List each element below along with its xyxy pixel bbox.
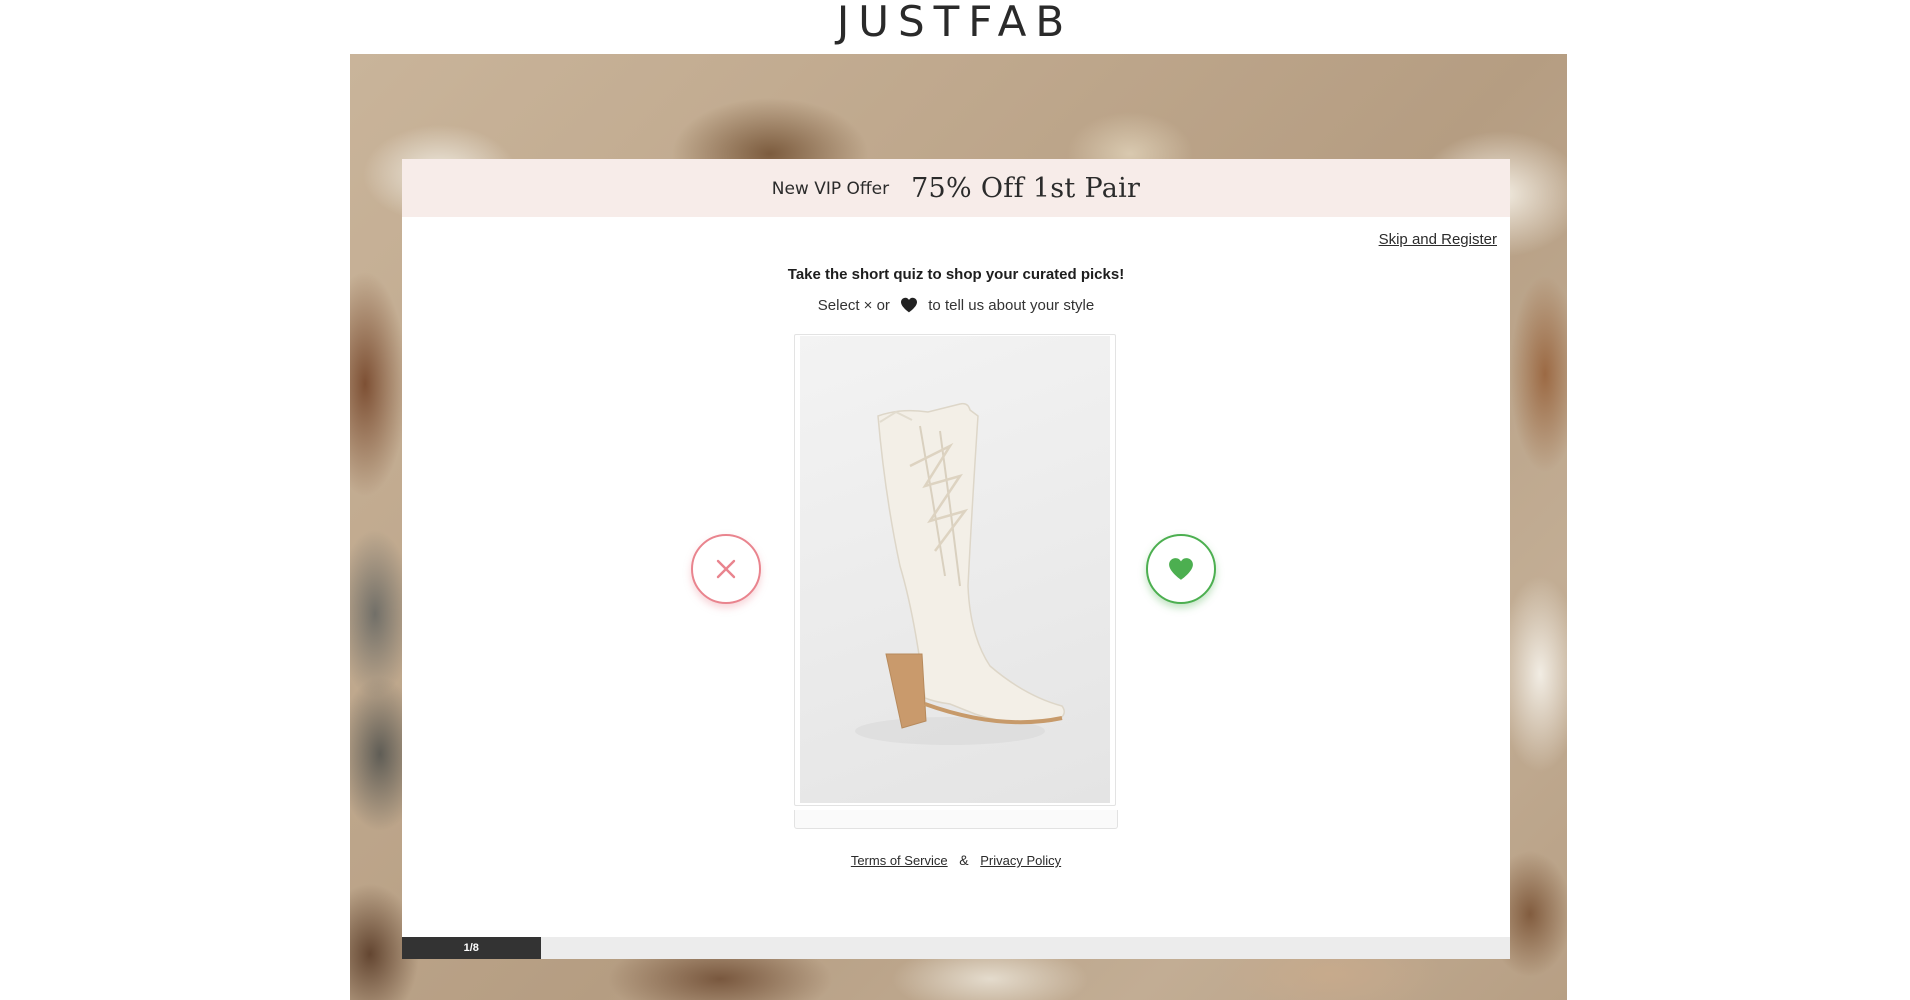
quiz-instruction-suffix: to tell us about your style (928, 297, 1095, 314)
quiz-instruction: Select × or to tell us about your style (402, 297, 1510, 317)
quiz-heading: Take the short quiz to shop your curated… (787, 266, 1125, 283)
justfab-logo[interactable]: JUSTFAB (0, 0, 1910, 52)
legal-links: Terms of Service & Privacy Policy (402, 852, 1510, 868)
vip-offer-banner: New VIP Offer 75% Off 1st Pair (402, 159, 1510, 217)
skip-and-register-link[interactable]: Skip and Register (1379, 231, 1497, 248)
close-icon (716, 559, 736, 579)
quiz-progress-fill: 1/8 (402, 937, 541, 959)
card-stack-layer (794, 818, 1118, 829)
terms-of-service-link[interactable]: Terms of Service (851, 853, 948, 868)
quiz-progress-label: 1/8 (463, 942, 479, 954)
product-card[interactable] (794, 334, 1116, 806)
product-card-stack[interactable] (794, 334, 1118, 829)
heart-icon (1169, 558, 1193, 580)
like-button[interactable] (1146, 534, 1216, 604)
quiz-instruction-prefix: Select × or (817, 297, 890, 314)
vip-offer-label: New VIP Offer (771, 179, 890, 199)
quiz-progress-bar: 1/8 (402, 937, 1510, 959)
dislike-button[interactable] (691, 534, 761, 604)
style-quiz-modal: New VIP Offer 75% Off 1st Pair Skip and … (402, 159, 1510, 959)
white-western-boot-image (800, 336, 1110, 803)
legal-separator: & (959, 852, 969, 868)
privacy-policy-link[interactable]: Privacy Policy (980, 853, 1061, 868)
vip-offer-text: 75% Off 1st Pair (911, 172, 1141, 204)
heart-icon (900, 297, 918, 317)
